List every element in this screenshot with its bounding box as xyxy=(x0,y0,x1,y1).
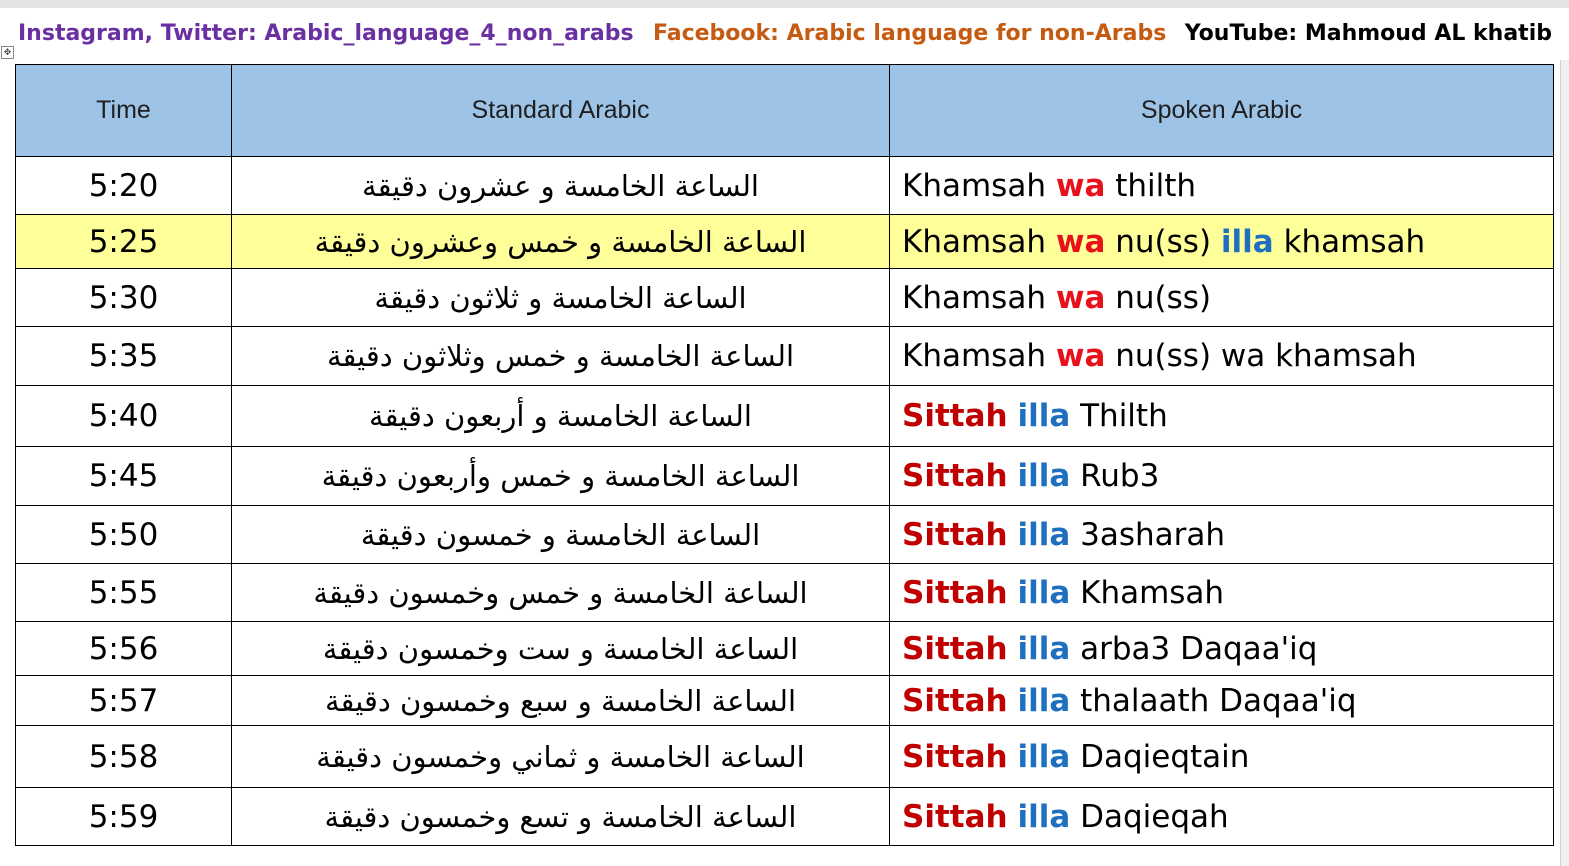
time-cell: 5:55 xyxy=(15,563,232,622)
standard-arabic-cell: الساعة الخامسة و خمس وثلاثون دقيقة xyxy=(231,326,890,386)
spoken-arabic-cell: Sittah illa Khamsah xyxy=(889,563,1554,622)
spoken-word-illa: illa xyxy=(1017,398,1071,434)
spoken-arabic-cell: Khamsah wa nu(ss) wa khamsah xyxy=(889,326,1554,386)
spoken-word-sittah: Sittah xyxy=(902,398,1008,434)
table-row: 5:57 الساعة الخامسة و سبع وخمسون دقيقة S… xyxy=(15,675,1554,726)
spoken-word-illa: illa xyxy=(1220,223,1274,260)
time-cell: 5:57 xyxy=(15,675,232,726)
standard-arabic-cell: الساعة الخامسة و خمس وعشرون دقيقة xyxy=(231,214,890,269)
spoken-word-sittah: Sittah xyxy=(902,516,1008,553)
standard-arabic-cell: الساعة الخامسة و عشرون دقيقة xyxy=(231,156,890,215)
spoken-word-illa: illa xyxy=(1017,798,1071,835)
spoken-word-illa: illa xyxy=(1017,516,1071,553)
time-cell: 5:59 xyxy=(15,787,232,846)
table-row: 5:50 الساعة الخامسة و خمسون دقيقة Sittah… xyxy=(15,505,1554,564)
spoken-word-illa: illa xyxy=(1017,630,1071,667)
time-cell: 5:50 xyxy=(15,505,232,564)
spoken-arabic-cell: Sittah illa Rub3 xyxy=(889,446,1554,506)
time-cell: 5:40 xyxy=(15,385,232,447)
spoken-word-wa: wa xyxy=(1055,338,1106,374)
table-row: 5:35 الساعة الخامسة و خمس وثلاثون دقيقة … xyxy=(15,326,1554,386)
instagram-handle: Instagram, Twitter: Arabic_language_4_no… xyxy=(18,21,634,46)
spoken-arabic-cell: Khamsah wa nu(ss) xyxy=(889,268,1554,327)
spoken-arabic-cell: Sittah illa thalaath Daqaa'iq xyxy=(889,675,1554,726)
spoken-word: 3asharah xyxy=(1080,516,1226,553)
spoken-arabic-cell: Sittah illa arba3 Daqaa'iq xyxy=(889,621,1554,676)
time-table: Time Standard Arabic Spoken Arabic 5:20 … xyxy=(15,64,1554,846)
standard-arabic-cell: الساعة الخامسة و خمس وأربعون دقيقة xyxy=(231,446,890,506)
spoken-word-sittah: Sittah xyxy=(902,574,1008,611)
spoken-word-wa: wa xyxy=(1055,167,1106,204)
social-header: Instagram, Twitter: Arabic_language_4_no… xyxy=(16,14,1552,54)
table-row: 5:56 الساعة الخامسة و ست وخمسون دقيقة Si… xyxy=(15,621,1554,676)
window-top-border xyxy=(0,0,1569,8)
standard-arabic-cell: الساعة الخامسة و تسع وخمسون دقيقة xyxy=(231,787,890,846)
table-row: 5:20 الساعة الخامسة و عشرون دقيقة Khamsa… xyxy=(15,156,1554,215)
spoken-word: Khamsah xyxy=(902,279,1046,316)
spoken-word-sittah: Sittah xyxy=(902,682,1008,719)
spoken-word-sittah: Sittah xyxy=(902,798,1008,835)
standard-arabic-cell: الساعة الخامسة و خمسون دقيقة xyxy=(231,505,890,564)
standard-arabic-cell: الساعة الخامسة و أربعون دقيقة xyxy=(231,385,890,447)
spoken-arabic-cell: Sittah illa Daqieqtain xyxy=(889,725,1554,788)
spoken-word: Thilth xyxy=(1080,398,1168,434)
column-header-standard-arabic: Standard Arabic xyxy=(231,64,890,157)
spoken-word-illa: illa xyxy=(1017,738,1071,775)
spoken-arabic-cell: Khamsah wa nu(ss) illa khamsah xyxy=(889,214,1554,269)
spoken-word-sittah: Sittah xyxy=(902,738,1008,775)
spoken-word: Daqieqtain xyxy=(1080,738,1250,775)
spoken-arabic-cell: Sittah illa Thilth xyxy=(889,385,1554,447)
standard-arabic-cell: الساعة الخامسة و ثماني وخمسون دقيقة xyxy=(231,725,890,788)
time-cell: 5:56 xyxy=(15,621,232,676)
spoken-word: khamsah xyxy=(1283,223,1426,260)
spoken-word: arba3 Daqaa'iq xyxy=(1080,630,1318,667)
table-row: 5:45 الساعة الخامسة و خمس وأربعون دقيقة … xyxy=(15,446,1554,506)
time-cell: 5:45 xyxy=(15,446,232,506)
standard-arabic-cell: الساعة الخامسة و خمس وخمسون دقيقة xyxy=(231,563,890,622)
spoken-word: thilth xyxy=(1115,167,1197,204)
column-header-time: Time xyxy=(15,64,232,157)
spoken-word-sittah: Sittah xyxy=(902,458,1008,494)
spoken-word-sittah: Sittah xyxy=(902,630,1008,667)
time-cell: 5:30 xyxy=(15,268,232,327)
spoken-word: Rub3 xyxy=(1080,458,1160,494)
spoken-word: nu(ss) wa khamsah xyxy=(1115,338,1417,374)
standard-arabic-cell: الساعة الخامسة و سبع وخمسون دقيقة xyxy=(231,675,890,726)
spoken-word: nu(ss) xyxy=(1115,279,1212,316)
table-row: 5:40 الساعة الخامسة و أربعون دقيقة Sitta… xyxy=(15,385,1554,447)
spoken-arabic-cell: Sittah illa 3asharah xyxy=(889,505,1554,564)
table-row: 5:59 الساعة الخامسة و تسع وخمسون دقيقة S… xyxy=(15,787,1554,846)
page-right-edge xyxy=(1560,60,1569,866)
spoken-word: Daqieqah xyxy=(1080,798,1229,835)
standard-arabic-cell: الساعة الخامسة و ثلاثون دقيقة xyxy=(231,268,890,327)
time-cell: 5:20 xyxy=(15,156,232,215)
spoken-word-illa: illa xyxy=(1017,574,1071,611)
spoken-arabic-cell: Khamsah wa thilth xyxy=(889,156,1554,215)
time-cell: 5:25 xyxy=(15,214,232,269)
spoken-word: nu(ss) xyxy=(1115,223,1212,260)
spoken-arabic-cell: Sittah illa Daqieqah xyxy=(889,787,1554,846)
youtube-handle: YouTube: Mahmoud AL khatib xyxy=(1184,21,1552,46)
column-header-spoken-arabic: Spoken Arabic xyxy=(889,64,1554,157)
time-cell: 5:35 xyxy=(15,326,232,386)
spoken-word: thalaath Daqaa'iq xyxy=(1080,682,1357,719)
spoken-word: Khamsah xyxy=(1080,574,1225,611)
table-row: 5:55 الساعة الخامسة و خمس وخمسون دقيقة S… xyxy=(15,563,1554,622)
table-row: 5:58 الساعة الخامسة و ثماني وخمسون دقيقة… xyxy=(15,725,1554,788)
spoken-word: Khamsah xyxy=(902,167,1046,204)
table-row-highlighted: 5:25 الساعة الخامسة و خمس وعشرون دقيقة K… xyxy=(15,214,1554,269)
spoken-word-wa: wa xyxy=(1055,223,1106,260)
table-row: 5:30 الساعة الخامسة و ثلاثون دقيقة Khams… xyxy=(15,268,1554,327)
spoken-word-illa: illa xyxy=(1017,458,1071,494)
table-header-row: Time Standard Arabic Spoken Arabic xyxy=(15,64,1554,157)
spoken-word-illa: illa xyxy=(1017,682,1071,719)
spoken-word-wa: wa xyxy=(1055,279,1106,316)
table-move-handle-icon[interactable]: ✥ xyxy=(1,46,14,59)
facebook-handle: Facebook: Arabic language for non-Arabs xyxy=(653,21,1167,46)
time-cell: 5:58 xyxy=(15,725,232,788)
spoken-word: Khamsah xyxy=(902,338,1046,374)
standard-arabic-cell: الساعة الخامسة و ست وخمسون دقيقة xyxy=(231,621,890,676)
spoken-word: Khamsah xyxy=(902,223,1046,260)
